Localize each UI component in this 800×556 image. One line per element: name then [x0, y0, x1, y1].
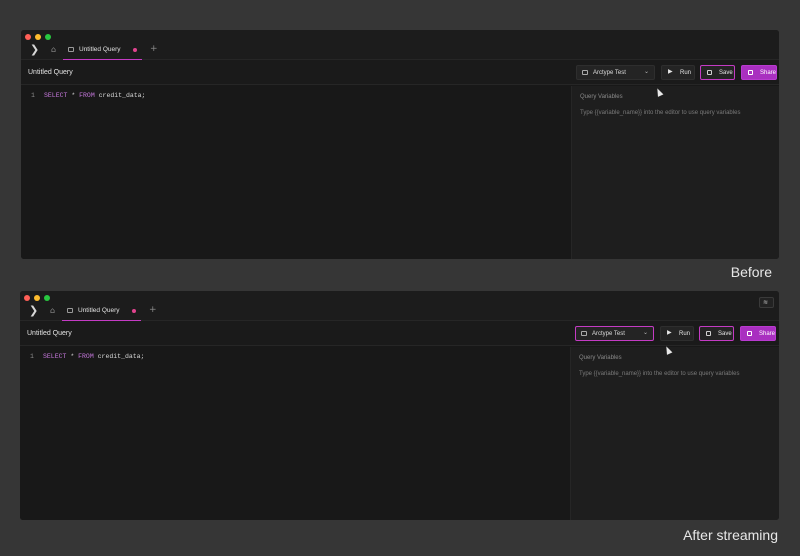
run-label: Run — [680, 70, 692, 76]
variables-title: Query Variables — [579, 355, 622, 361]
run-label: Run — [679, 331, 691, 337]
keyword-from: FROM — [78, 353, 94, 360]
caption-after: After streaming — [683, 527, 778, 543]
app-window-after: ❯ ⌂ Untitled Query + ≋ Untitled Query Ar… — [20, 291, 779, 520]
caption-before: Before — [730, 264, 772, 280]
database-icon — [581, 331, 587, 336]
title-bar: ❯ ⌂ Untitled Query + — [21, 30, 779, 60]
chevron-right-icon[interactable]: ❯ — [29, 305, 38, 316]
share-label: Share — [760, 70, 777, 76]
query-variables-panel: Query Variables Type {{variable_name}} i… — [570, 347, 779, 520]
tab-untitled-query[interactable]: Untitled Query — [62, 304, 141, 321]
tab-label: Untitled Query — [79, 46, 121, 53]
line-number: 1 — [31, 92, 35, 99]
tab-label: Untitled Query — [78, 307, 120, 314]
query-variables-panel: Query Variables Type {{variable_name}} i… — [571, 86, 779, 259]
table-identifier: credit_data; — [97, 353, 145, 360]
query-tab-icon — [68, 47, 74, 52]
unsaved-indicator — [133, 48, 137, 52]
code-line[interactable]: SELECT * FROM credit_data; — [44, 92, 146, 100]
play-icon: ▶ — [667, 329, 672, 336]
close-window-button[interactable] — [24, 295, 30, 301]
variables-hint: Type {{variable_name}} into the editor t… — [579, 371, 740, 377]
run-button[interactable]: ▶ Run — [661, 65, 695, 80]
code-line[interactable]: SELECT * FROM credit_data; — [43, 353, 145, 361]
keyword-select: SELECT — [44, 92, 68, 99]
save-label: Save — [718, 331, 732, 337]
app-window-before: ❯ ⌂ Untitled Query + Untitled Query Arct… — [21, 30, 779, 259]
connection-label: Arctype Test — [593, 70, 626, 76]
share-button[interactable]: Share — [741, 65, 777, 80]
chevron-right-icon[interactable]: ❯ — [30, 44, 39, 55]
maximize-window-button[interactable] — [45, 34, 51, 40]
connection-select[interactable]: Arctype Test ⌄ — [576, 65, 655, 80]
star-operator: * — [71, 92, 76, 99]
save-label: Save — [719, 70, 733, 76]
line-number: 1 — [30, 353, 34, 360]
chevron-down-icon: ⌄ — [642, 329, 648, 336]
share-icon — [747, 331, 752, 336]
maximize-window-button[interactable] — [44, 295, 50, 301]
connection-select[interactable]: Arctype Test ⌄ — [575, 326, 654, 341]
plus-icon[interactable]: + — [150, 45, 158, 54]
database-icon — [582, 70, 588, 75]
wifi-button[interactable]: ≋ — [759, 297, 774, 308]
unsaved-indicator — [132, 309, 136, 313]
keyword-from: FROM — [79, 92, 95, 99]
plus-icon[interactable]: + — [149, 306, 157, 315]
save-button[interactable]: Save — [699, 326, 734, 341]
sql-editor[interactable]: 1 SELECT * FROM credit_data; — [21, 86, 571, 259]
variables-hint: Type {{variable_name}} into the editor t… — [580, 110, 741, 116]
connection-label: Arctype Test — [592, 331, 625, 337]
wifi-icon: ≋ — [763, 299, 769, 306]
table-identifier: credit_data; — [98, 92, 146, 99]
sql-editor[interactable]: 1 SELECT * FROM credit_data; — [20, 347, 570, 520]
share-label: Share — [759, 331, 776, 337]
share-icon — [748, 70, 753, 75]
query-toolbar: Untitled Query Arctype Test ⌄ ▶ Run Save… — [21, 60, 779, 85]
keyword-select: SELECT — [43, 353, 67, 360]
query-toolbar: Untitled Query Arctype Test ⌄ ▶ Run Save… — [20, 321, 779, 346]
save-icon — [706, 331, 711, 336]
chevron-down-icon: ⌄ — [643, 68, 649, 75]
save-icon — [707, 70, 712, 75]
home-icon[interactable]: ⌂ — [50, 307, 55, 315]
page-title: Untitled Query — [27, 330, 72, 337]
page-title: Untitled Query — [28, 69, 73, 76]
run-button[interactable]: ▶ Run — [660, 326, 694, 341]
close-window-button[interactable] — [25, 34, 31, 40]
title-bar: ❯ ⌂ Untitled Query + ≋ — [20, 291, 779, 321]
query-tab-icon — [67, 308, 73, 313]
tab-untitled-query[interactable]: Untitled Query — [63, 43, 142, 60]
star-operator: * — [70, 353, 75, 360]
play-icon: ▶ — [668, 68, 673, 75]
save-button[interactable]: Save — [700, 65, 735, 80]
variables-title: Query Variables — [580, 94, 623, 100]
minimize-window-button[interactable] — [34, 295, 40, 301]
home-icon[interactable]: ⌂ — [51, 46, 56, 54]
share-button[interactable]: Share — [740, 326, 776, 341]
minimize-window-button[interactable] — [35, 34, 41, 40]
